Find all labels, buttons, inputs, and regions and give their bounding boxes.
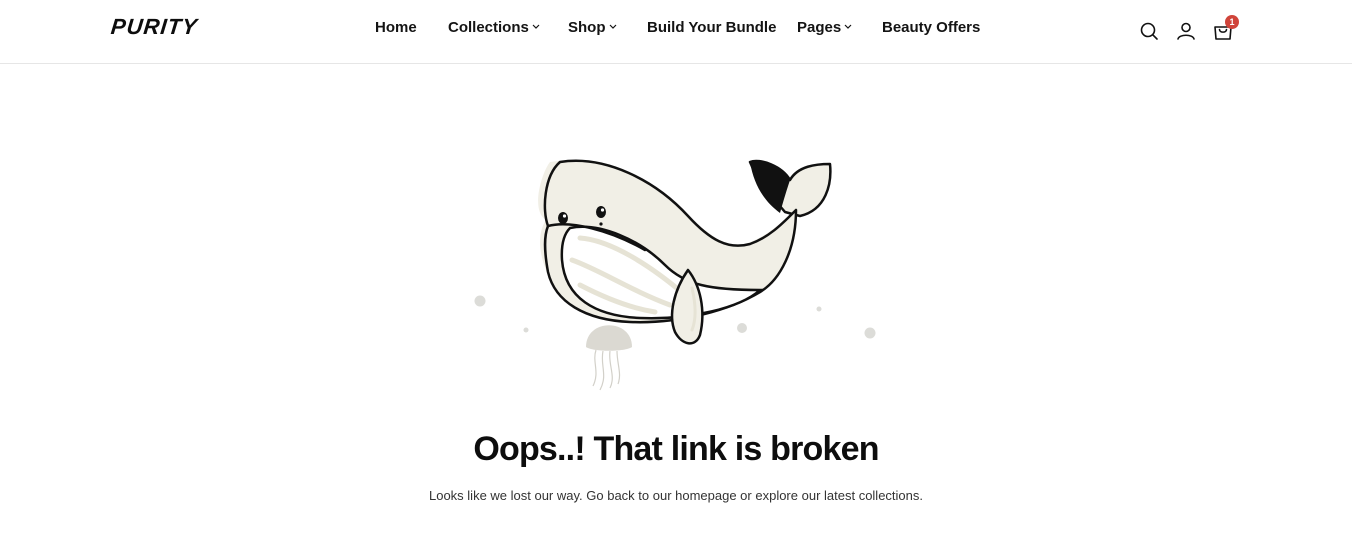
error-message: Looks like we lost our way. Go back to o… xyxy=(428,488,923,503)
nav-item-home[interactable]: Home xyxy=(375,19,417,36)
nav-item-build-your-bundle[interactable]: Build Your Bundle xyxy=(647,19,776,36)
bubble xyxy=(816,306,822,312)
nav-item-beauty-offers[interactable]: Beauty Offers xyxy=(882,19,980,36)
nav-item-label: Collections xyxy=(448,19,529,36)
search-icon[interactable] xyxy=(1137,19,1161,43)
nav-item-shop[interactable]: Shop xyxy=(568,19,617,36)
bubble xyxy=(864,327,876,339)
bubble xyxy=(737,323,747,333)
nav-item-label: Home xyxy=(375,19,417,36)
cart-count-badge: 1 xyxy=(1225,15,1239,29)
nav-item-label: Beauty Offers xyxy=(882,19,981,36)
error-title: Oops..! That link is broken xyxy=(473,430,879,468)
nav-item-label: Build Your Bundle xyxy=(647,19,777,36)
user-icon[interactable] xyxy=(1174,19,1198,43)
chevron-down-icon xyxy=(609,24,616,29)
bubble xyxy=(523,327,529,333)
cart-icon[interactable]: 1 xyxy=(1211,15,1239,43)
nav-item-collections[interactable]: Collections xyxy=(448,19,540,36)
chevron-down-icon xyxy=(532,24,540,29)
nav-item-label: Shop xyxy=(568,19,606,36)
nav-item-label: Pages xyxy=(797,19,842,36)
broken-link-whale-illustration xyxy=(474,159,876,391)
chevron-down-icon xyxy=(844,24,852,29)
site-header: PURITY Home Collections Shop Build Your … xyxy=(0,0,1352,64)
bubble xyxy=(474,295,486,307)
nav-item-pages[interactable]: Pages xyxy=(797,19,852,36)
jellyfish xyxy=(586,325,632,391)
site-logo[interactable]: PURITY xyxy=(110,14,199,40)
